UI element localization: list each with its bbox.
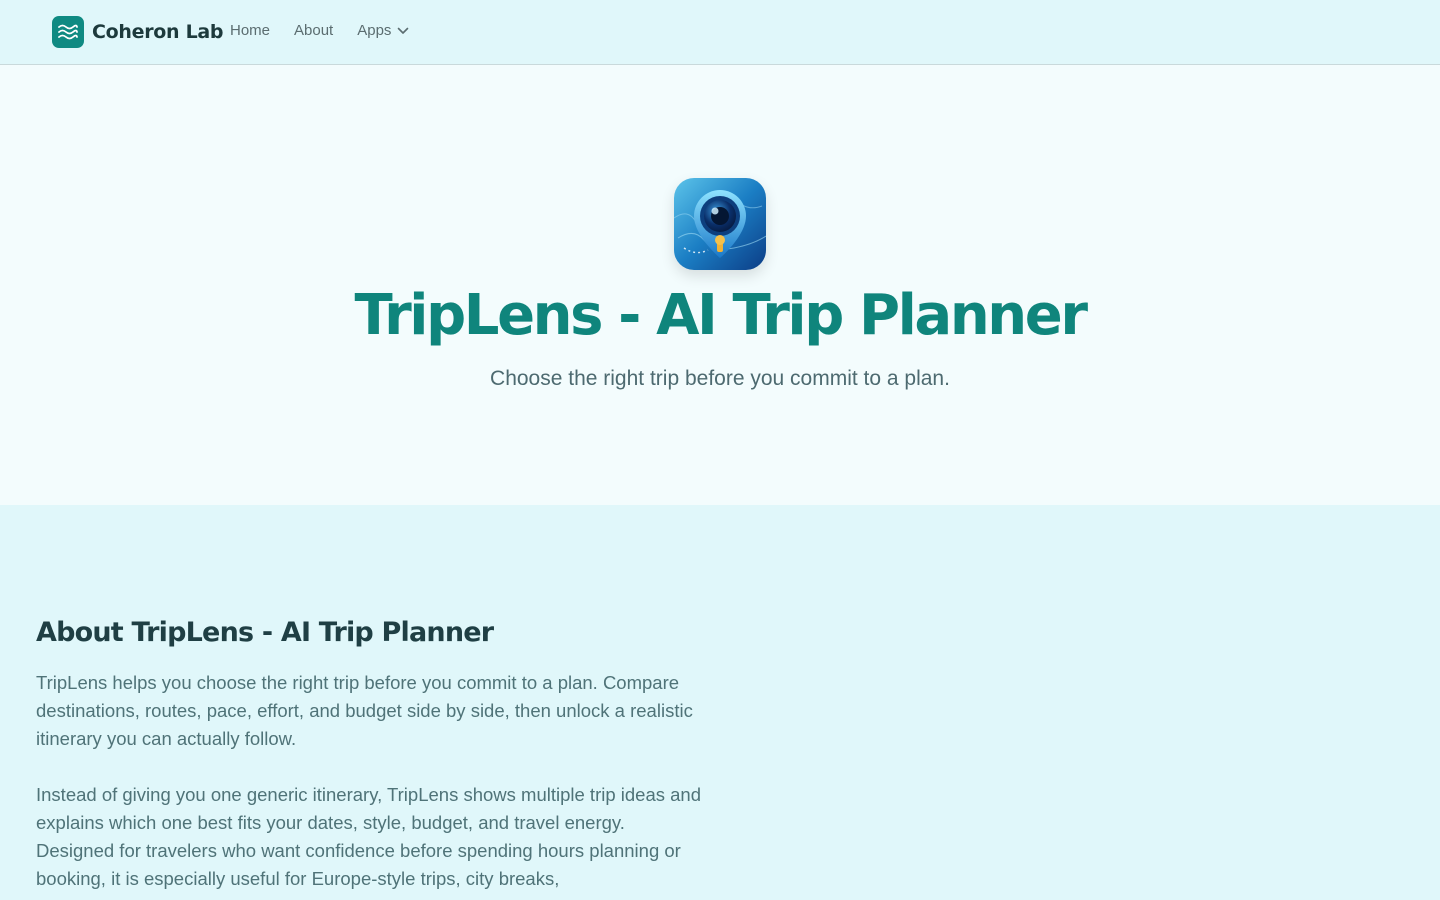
waves-icon [52,16,84,48]
about-paragraph-2: Instead of giving you one generic itiner… [36,784,701,889]
nav-apps-label: Apps [357,22,392,39]
nav-apps-dropdown[interactable]: Apps [357,22,409,39]
hero-tagline: Choose the right trip before you commit … [490,367,950,390]
brand-name: Coheron Lab [92,21,224,43]
site-header: Coheron Lab Home About Apps [0,0,1440,65]
hero-section: TripLens - AI Trip Planner Choose the ri… [0,65,1440,505]
page-title: TripLens - AI Trip Planner [354,283,1088,348]
triplens-app-icon [674,178,766,270]
nav-home-link[interactable]: Home [230,22,270,39]
about-paragraph-1: TripLens helps you choose the right trip… [36,672,693,749]
chevron-down-icon [397,27,409,35]
about-section: About TripLens - AI Trip Planner TripLen… [0,505,1440,900]
about-heading: About TripLens - AI Trip Planner [36,617,494,648]
brand-link[interactable]: Coheron Lab [52,16,224,48]
nav-about-link[interactable]: About [294,22,333,39]
main-nav: Home About Apps [230,22,433,39]
